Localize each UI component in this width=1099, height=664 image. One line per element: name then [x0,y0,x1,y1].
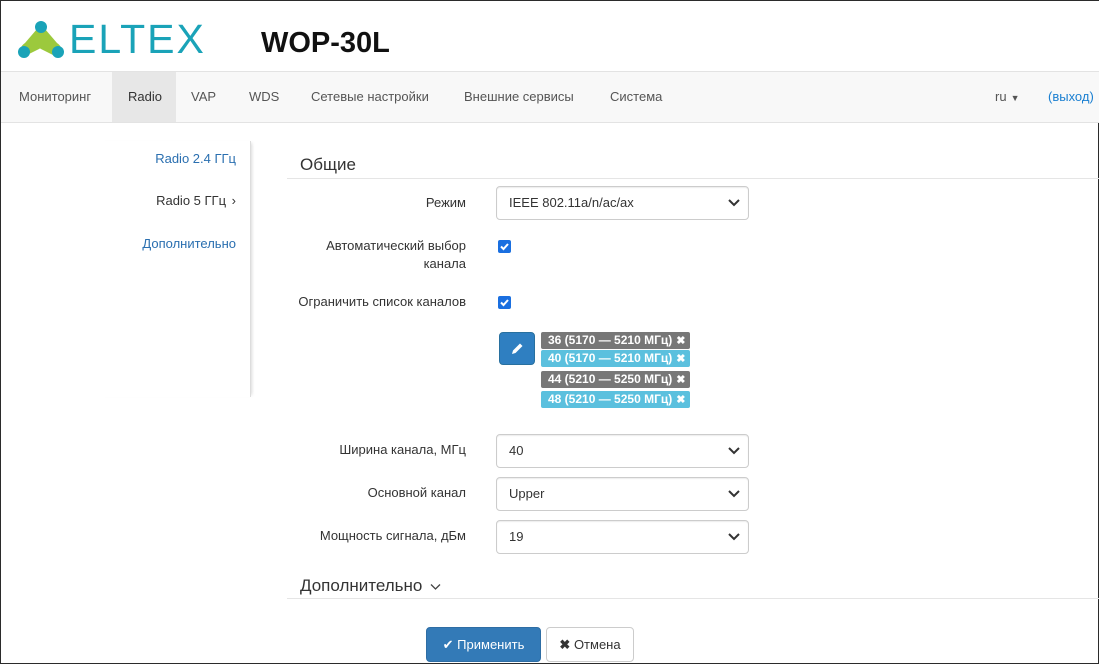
channel-tag-label: 44 (5210 — 5250 МГц) [548,372,673,386]
chevron-down-icon [728,199,740,207]
sidebar-item-radio-5[interactable]: Radio 5 ГГц › [156,193,236,208]
channel-tag: 48 (5210 — 5250 МГц) ✖ [541,391,691,408]
remove-icon[interactable]: ✖ [676,394,685,406]
auto-channel-label-line2: канала [423,256,466,271]
nav-monitoring[interactable]: Мониторинг [1,72,105,122]
section-title-additional: Дополнительно [300,576,423,595]
channel-tag: 40 (5170 — 5210 МГц) ✖ [541,350,691,367]
pencil-icon [512,343,523,354]
channel-width-select[interactable]: 40 [496,434,749,468]
section-divider [287,598,1099,599]
channel-tag: 44 (5210 — 5250 МГц) ✖ [541,371,691,388]
check-icon: ✔ [442,637,454,652]
primary-channel-select[interactable]: Upper [496,477,749,511]
limit-channels-checkbox[interactable] [498,296,511,309]
remove-icon[interactable]: ✖ [676,335,685,347]
logo-text: ELTEX [69,16,206,62]
channel-tag: 36 (5170 — 5210 МГц) ✖ [541,332,691,349]
section-toggle-additional[interactable]: Дополнительно [300,576,441,596]
chevron-right-icon: › [231,193,236,208]
channel-width-value: 40 [509,443,524,458]
nav-wds[interactable]: WDS [237,72,291,122]
caret-down-icon: ▼ [1010,93,1020,103]
remove-icon[interactable]: ✖ [676,353,685,365]
primary-channel-value: Upper [509,486,545,501]
nav-network-settings[interactable]: Сетевые настройки [299,72,441,122]
auto-channel-label-line1: Автоматический выбор [326,238,466,253]
close-icon: ✖ [559,637,571,652]
radio-sidebar: Radio 2.4 ГГц Radio 5 ГГц › Дополнительн… [101,141,251,397]
header: ELTEX WOP-30L [1,1,1099,71]
device-model: WOP-30L [261,27,390,59]
logout-link[interactable]: (выход) [1048,72,1094,122]
nav-vap[interactable]: VAP [179,72,228,122]
auto-channel-checkbox[interactable] [498,240,511,253]
mode-label: Режим [425,195,466,210]
limit-channels-label: Ограничить список каналов [298,294,466,309]
sidebar-item-additional[interactable]: Дополнительно [142,236,236,251]
channel-tag-label: 40 (5170 — 5210 МГц) [548,351,673,365]
checkmark-icon [500,299,509,307]
language-value: ru [995,89,1007,104]
checkmark-icon [500,243,509,251]
chevron-down-icon [728,490,740,498]
channel-tag-label: 36 (5170 — 5210 МГц) [548,333,673,347]
chevron-down-icon [728,447,740,455]
channel-width-label: Ширина канала, МГц [339,442,466,457]
mode-value: IEEE 802.11a/n/ac/ax [509,195,634,210]
nav-radio[interactable]: Radio [112,72,176,122]
eltex-logo: ELTEX [15,17,206,61]
cancel-button[interactable]: ✖ Отмена [546,627,634,662]
eltex-logo-icon [18,21,64,58]
top-navbar: Мониторинг Radio VAP WDS Сетевые настрой… [1,71,1099,123]
auto-channel-label: Автоматический выбор канала [326,237,466,273]
channel-tag-label: 48 (5210 — 5250 МГц) [548,392,673,406]
tx-power-label: Мощность сигнала, дБм [319,528,466,543]
chevron-down-icon [728,533,740,541]
chevron-down-icon [430,583,441,590]
section-title-general: Общие [300,155,356,174]
section-divider [287,178,1099,179]
apply-button[interactable]: ✔ Применить [426,627,541,662]
tx-power-select[interactable]: 19 [496,520,749,554]
nav-external-services[interactable]: Внешние сервисы [452,72,586,122]
nav-system[interactable]: Система [598,72,674,122]
language-dropdown[interactable]: ru ▼ [995,72,1019,123]
sidebar-item-radio-24[interactable]: Radio 2.4 ГГц [155,151,236,166]
mode-select[interactable]: IEEE 802.11a/n/ac/ax [496,186,749,220]
primary-channel-label: Основной канал [367,485,466,500]
apply-button-label: Применить [457,637,525,652]
edit-channels-button[interactable] [499,332,535,365]
remove-icon[interactable]: ✖ [676,374,685,386]
cancel-button-label: Отмена [573,637,621,652]
tx-power-value: 19 [509,529,524,544]
sidebar-item-label: Radio 5 ГГц [156,193,227,208]
